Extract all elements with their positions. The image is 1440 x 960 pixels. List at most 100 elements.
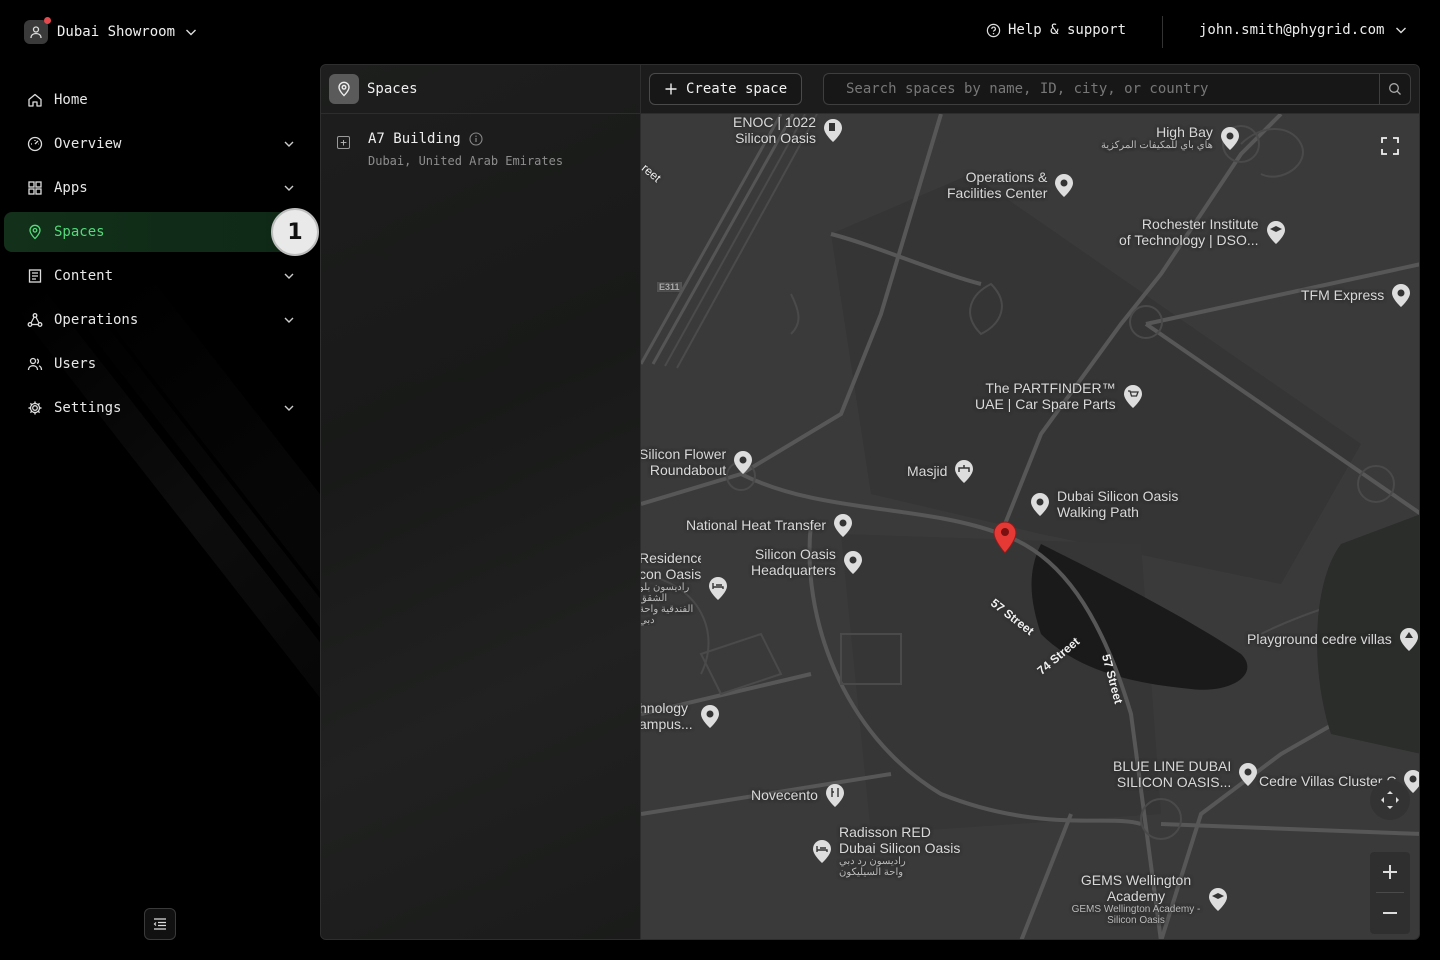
- search-spaces-input[interactable]: [823, 73, 1379, 105]
- zoom-in-button[interactable]: [1370, 852, 1410, 892]
- notification-dot: [44, 17, 51, 24]
- mosque-icon: [955, 460, 974, 483]
- place-icon: [1239, 763, 1258, 786]
- expand-icon[interactable]: +: [337, 136, 350, 149]
- location-pin-icon: [26, 223, 44, 241]
- school-icon: [1209, 888, 1227, 911]
- user-icon: [30, 26, 42, 39]
- poi-label: Dubai Silicon Oasis Walking Path: [1057, 488, 1179, 520]
- road-label: E311: [657, 282, 682, 292]
- sidebar-item-label: Users: [54, 356, 97, 372]
- poi-label: Rochester Institute of Technology | DSO.…: [1119, 216, 1259, 248]
- collapse-sidebar-button[interactable]: [144, 908, 176, 940]
- poi-label: Operations & Facilities Center: [947, 169, 1048, 201]
- map-view[interactable]: 57 Street 74 Street 57 Street E311 reet …: [641, 114, 1419, 939]
- poi-label: The PARTFINDER™ UAE | Car Spare Parts: [975, 380, 1116, 412]
- map-poi[interactable]: High Bay هاي باي للمكيفات المركزية: [1101, 124, 1241, 151]
- poi-label: Residence con Oasis: [641, 550, 701, 582]
- chevron-down-icon: [284, 317, 294, 323]
- minus-icon: [1383, 912, 1397, 914]
- spaces-pane-header: Spaces: [321, 65, 640, 114]
- chevron-down-icon: [284, 273, 294, 279]
- map-poi[interactable]: Novecento: [751, 782, 846, 808]
- selected-space-marker-icon[interactable]: [991, 518, 1019, 554]
- place-icon: [843, 551, 862, 574]
- fullscreen-button[interactable]: [1370, 126, 1410, 166]
- map-poi[interactable]: GEMS Wellington Academy GEMS Wellington A…: [1071, 872, 1229, 926]
- user-menu[interactable]: john.smith@phygrid.com: [1199, 22, 1408, 38]
- poi-label: BLUE LINE DUBAI SILICON OASIS...: [1113, 758, 1232, 790]
- sidebar-item-home[interactable]: Home: [4, 80, 308, 120]
- zoom-out-button[interactable]: [1370, 893, 1410, 933]
- restaurant-icon: [825, 784, 844, 807]
- create-space-label: Create space: [686, 81, 788, 97]
- info-icon[interactable]: [469, 132, 483, 146]
- map-poi[interactable]: Rochester Institute of Technology | DSO.…: [1119, 216, 1287, 248]
- map-poi[interactable]: BLUE LINE DUBAI SILICON OASIS...: [1113, 758, 1259, 790]
- poi-label: Radisson RED Dubai Silicon Oasis: [839, 824, 961, 856]
- map-poi[interactable]: Dubai Silicon Oasis Walking Path: [1029, 488, 1178, 520]
- sidebar-item-operations[interactable]: Operations: [4, 300, 308, 340]
- map-poi[interactable]: Silicon Flower Roundabout: [641, 446, 754, 478]
- space-location: Dubai, United Arab Emirates: [368, 154, 564, 168]
- home-icon: [26, 91, 44, 109]
- sidebar-item-apps[interactable]: Apps: [4, 168, 308, 208]
- move-arrows-icon: [1381, 791, 1399, 809]
- poi-label: Silicon Flower Roundabout: [641, 446, 727, 478]
- menu-collapse-icon: [153, 918, 166, 930]
- school-icon: [1266, 221, 1285, 244]
- map-poi[interactable]: Masjid: [907, 458, 975, 484]
- poi-label: High Bay: [1156, 124, 1213, 140]
- poi-label: Playground cedre villas: [1247, 631, 1392, 647]
- place-icon: [700, 705, 719, 728]
- divider: [1162, 16, 1163, 48]
- sidebar-item-label: Content: [54, 268, 114, 284]
- map-poi[interactable]: TFM Express: [1301, 282, 1412, 308]
- map-poi[interactable]: Silicon Oasis Headquarters: [751, 546, 864, 578]
- help-support-link[interactable]: Help & support: [986, 22, 1126, 38]
- pan-control-button[interactable]: [1370, 780, 1410, 820]
- map-poi[interactable]: ENOC | 1022 Silicon Oasis: [733, 114, 844, 146]
- place-icon: [1055, 174, 1074, 197]
- place-icon: [1031, 493, 1049, 516]
- dashboard-icon: [26, 135, 44, 153]
- chevron-down-icon: [284, 405, 294, 411]
- sidebar-item-label: Home: [54, 92, 88, 108]
- step-callout-1: 1: [271, 208, 319, 256]
- fuel-icon: [824, 119, 843, 142]
- org-switcher[interactable]: Dubai Showroom: [24, 17, 198, 45]
- search-button[interactable]: [1379, 73, 1411, 105]
- poi-label: Silicon Oasis Headquarters: [751, 546, 836, 578]
- top-bar: Dubai Showroom Help & support john.smith…: [0, 0, 1440, 64]
- org-avatar: [24, 17, 51, 44]
- map-poi[interactable]: Residence con Oasisراديسون بلو الشقق الف…: [641, 550, 729, 626]
- sidebar-item-settings[interactable]: Settings: [4, 388, 308, 428]
- poi-sub-label: راديسون بلو الشقق الفندقية واحة دبي: [641, 582, 694, 626]
- poi-sub-label: هاي باي للمكيفات المركزية: [1101, 140, 1213, 151]
- chevron-down-icon: [1396, 27, 1407, 34]
- fullscreen-icon: [1381, 137, 1399, 155]
- sidebar-item-label: Settings: [54, 400, 122, 416]
- spaces-panel: Spaces + A7 Building Dubai, United Arab …: [320, 64, 1420, 940]
- sidebar-item-spaces[interactable]: Spaces: [4, 212, 308, 252]
- poi-label: Masjid: [907, 463, 948, 479]
- chevron-down-icon: [284, 141, 294, 147]
- map-poi[interactable]: Radisson RED Dubai Silicon Oasis راديسون …: [811, 824, 960, 878]
- sidebar-item-users[interactable]: Users: [4, 344, 308, 384]
- sidebar-item-label: Apps: [54, 180, 88, 196]
- space-list-item[interactable]: + A7 Building Dubai, United Arab Emirate…: [337, 131, 563, 168]
- place-icon: [1220, 126, 1239, 150]
- map-poi[interactable]: Operations & Facilities Center: [947, 169, 1075, 201]
- org-name: Dubai Showroom: [57, 24, 176, 40]
- map-poi[interactable]: The PARTFINDER™ UAE | Car Spare Parts: [975, 380, 1144, 412]
- grid-icon: [26, 179, 44, 197]
- chevron-down-icon: [284, 185, 294, 191]
- create-space-button[interactable]: Create space: [649, 73, 803, 105]
- map-poi[interactable]: Playground cedre villas: [1247, 626, 1419, 652]
- sidebar-item-overview[interactable]: Overview: [4, 124, 308, 164]
- place-icon: [734, 451, 753, 474]
- map-poi[interactable]: National Heat Transfer: [686, 512, 854, 538]
- users-icon: [26, 355, 44, 373]
- sidebar-item-content[interactable]: Content: [4, 256, 308, 296]
- map-poi[interactable]: hnology ampus...: [641, 700, 721, 732]
